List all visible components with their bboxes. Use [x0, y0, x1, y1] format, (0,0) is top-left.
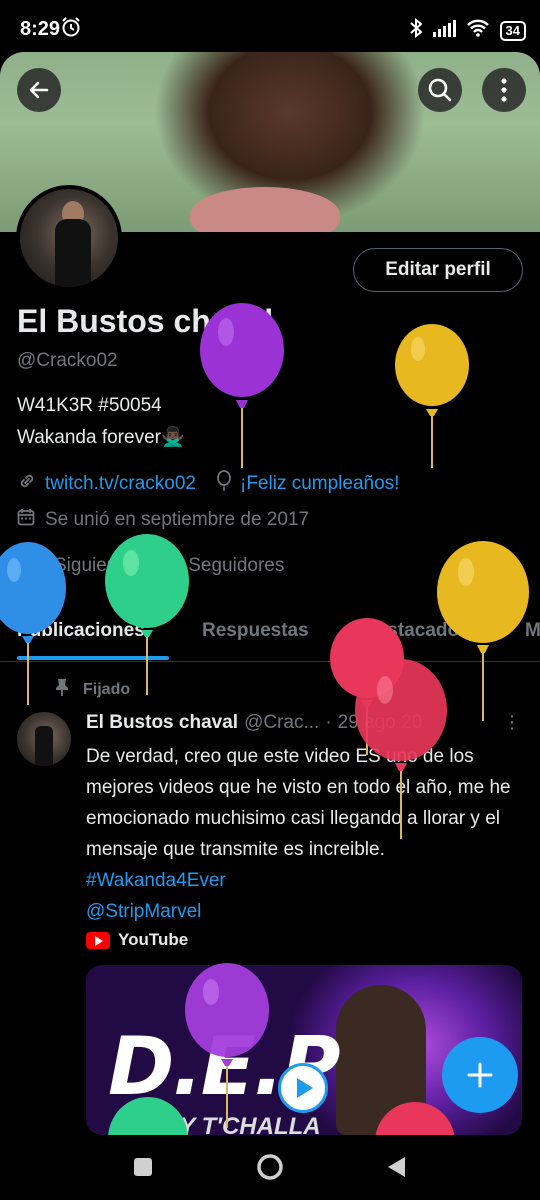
profile-avatar[interactable] [16, 185, 122, 291]
more-options-button[interactable] [482, 68, 526, 112]
back-nav-button[interactable] [385, 1155, 407, 1184]
balloon-red-3 [375, 1102, 455, 1136]
status-time: 8:29 [20, 18, 61, 40]
card-source: YouTube [86, 930, 188, 950]
edit-profile-button[interactable]: Editar perfil [353, 248, 523, 292]
arrow-left-icon [29, 81, 49, 99]
search-icon [428, 78, 452, 102]
alarm-icon [60, 16, 82, 43]
balloon-blue [0, 542, 66, 705]
plus-icon [467, 1062, 493, 1088]
battery-indicator: 34 [499, 20, 526, 41]
post-mention[interactable]: @StripMarvel [86, 901, 201, 922]
bluetooth-icon [409, 17, 423, 43]
youtube-icon [86, 931, 110, 949]
search-button[interactable] [418, 68, 462, 112]
joined-row: Se unió en septiembre de 2017 [17, 508, 309, 532]
post-author-avatar[interactable] [17, 712, 71, 766]
tab-respuestas[interactable]: Respuestas [202, 620, 309, 642]
system-nav-bar [0, 1135, 540, 1200]
birthday-link[interactable]: ¡Feliz cumpleaños! [240, 473, 399, 495]
balloon-red-2 [355, 659, 447, 839]
balloon-green [105, 534, 189, 695]
joined-date: Se unió en septiembre de 2017 [45, 509, 310, 530]
post-text: De verdad, creo que este video ES uno de… [86, 741, 516, 927]
profile-handle: @Cracko02 [17, 350, 118, 371]
square-icon [134, 1158, 152, 1176]
balloon-purple-2 [185, 963, 269, 1128]
balloon-purple [200, 303, 284, 468]
post-author-name[interactable]: El Bustos chaval [86, 712, 238, 734]
post-hashtag[interactable]: #Wakanda4Ever [86, 870, 226, 891]
profile-meta-row: twitch.tv/cracko02 ¡Feliz cumpleaños! [17, 470, 399, 498]
more-vertical-icon [501, 78, 507, 102]
balloon-icon [216, 470, 232, 498]
calendar-icon [17, 508, 35, 532]
balloon-yellow [395, 324, 469, 468]
banner-image-detail [190, 187, 340, 232]
back-button[interactable] [17, 68, 61, 112]
compose-button[interactable] [442, 1037, 518, 1113]
profile-bio-line1: W41K3R #50054 [17, 395, 162, 416]
circle-icon [257, 1154, 283, 1180]
card-source-label: YouTube [118, 930, 189, 949]
signal-icon [432, 19, 456, 42]
profile-bio-line2: Wakanda forever🙅🏿‍♂️ [17, 427, 185, 448]
status-icons: 34 [409, 17, 526, 43]
post-author-handle[interactable]: @Crac... [244, 712, 319, 734]
wifi-icon [466, 19, 490, 42]
triangle-back-icon [388, 1157, 405, 1177]
link-icon [17, 471, 37, 497]
recents-button[interactable] [133, 1157, 153, 1182]
status-bar: 8:29 34 [0, 0, 540, 52]
followers-label: Seguidores [188, 555, 285, 576]
profile-link[interactable]: twitch.tv/cracko02 [45, 473, 196, 495]
balloon-green-2 [108, 1097, 188, 1135]
home-button[interactable] [256, 1153, 284, 1186]
play-icon[interactable] [278, 1063, 328, 1113]
